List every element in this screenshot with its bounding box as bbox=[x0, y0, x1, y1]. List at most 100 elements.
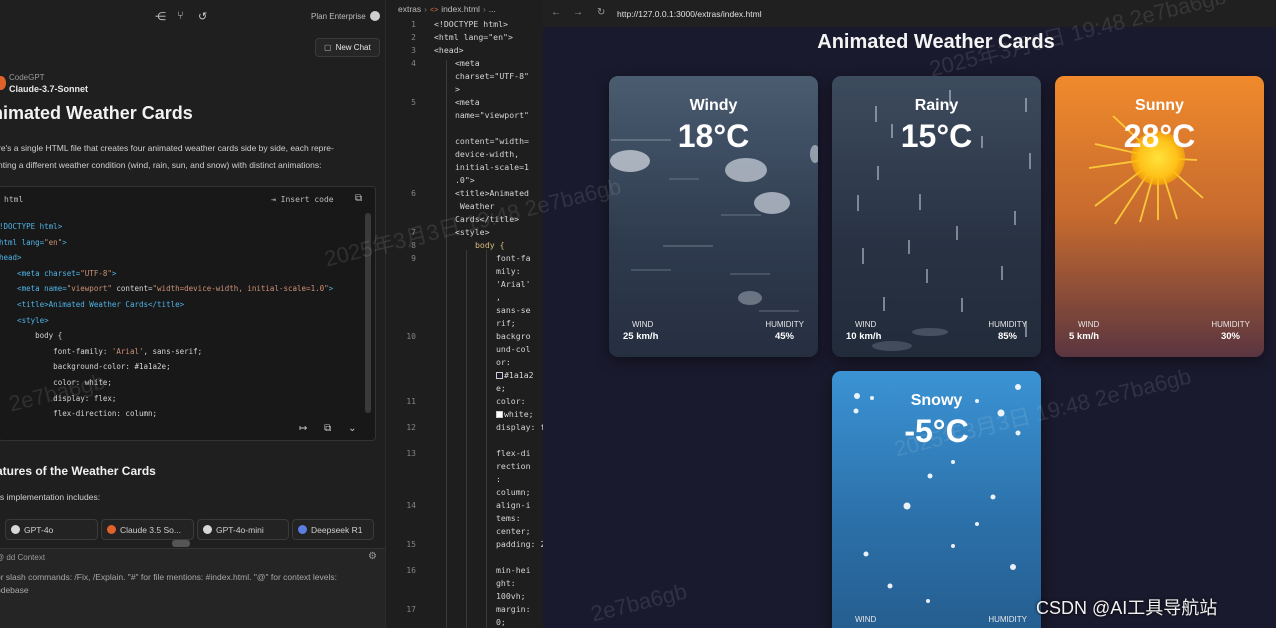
history-icon[interactable]: ↺ bbox=[198, 10, 207, 23]
line-number: 17 bbox=[406, 605, 416, 614]
share-icon[interactable]: ⋲ bbox=[155, 10, 166, 23]
code-token: <meta charset= bbox=[0, 268, 81, 278]
code-content: !DOCTYPE html> html lang="en"> head> <meta… bbox=[0, 219, 364, 422]
card-condition: Snowy bbox=[910, 392, 963, 409]
code-line: <style> bbox=[455, 227, 490, 237]
weather-card-sunny: Sunny 28°C WIND 5 km/h HUMIDITY 30% bbox=[1055, 76, 1264, 357]
model-chip[interactable]: GPT-4o-mini bbox=[197, 519, 289, 540]
model-chip[interactable]: Deepseek R1 bbox=[292, 519, 374, 540]
html-file-icon: <> bbox=[430, 7, 439, 14]
code-token: body { bbox=[0, 331, 63, 341]
chevron-right-icon: › bbox=[482, 4, 486, 14]
model-chip[interactable]: Claude 3.5 So... bbox=[101, 519, 194, 540]
code-token: > bbox=[62, 237, 67, 247]
weather-card-windy: Windy 18°C WIND 25 km/h HUMIDITY 45% bbox=[609, 76, 818, 357]
code-line: body { bbox=[0, 328, 364, 344]
code-line: color: white; bbox=[0, 375, 364, 391]
wind-label: WIND bbox=[855, 615, 877, 624]
code-line: color: bbox=[496, 396, 526, 406]
line-number: 9 bbox=[411, 254, 416, 263]
code-line: 'Arial' bbox=[496, 279, 531, 289]
humidity-label: HUMIDITY bbox=[1211, 320, 1250, 329]
breadcrumb-more[interactable]: ... bbox=[489, 4, 496, 14]
branch-icon[interactable]: ⑂ bbox=[177, 10, 184, 22]
card-temperature: -5°C bbox=[904, 413, 969, 449]
code-token: > bbox=[328, 284, 334, 294]
card-temperature: 18°C bbox=[677, 118, 750, 154]
new-chat-button[interactable]: ▢ New Chat bbox=[315, 38, 380, 57]
humidity-value: 85% bbox=[997, 331, 1017, 342]
breadcrumb-file[interactable]: index.html bbox=[441, 4, 480, 14]
copy-icon[interactable]: ⧉ bbox=[324, 423, 331, 434]
back-icon[interactable]: ← bbox=[551, 7, 561, 18]
card-condition: Rainy bbox=[914, 97, 959, 114]
code-line: display: flex; bbox=[0, 391, 364, 407]
humidity-label: HUMIDITY bbox=[765, 320, 804, 329]
code-line: rection bbox=[496, 461, 531, 471]
code-line: <title>Animated bbox=[455, 188, 529, 198]
indent-guide bbox=[446, 60, 447, 628]
code-line: font-family: 'Arial', sans-serif; bbox=[0, 344, 364, 360]
code-line: <title>Animated Weather Cards</title> bbox=[0, 297, 364, 313]
model-chip[interactable]: GPT-4o bbox=[5, 519, 98, 540]
resize-handle[interactable] bbox=[172, 540, 190, 547]
address-bar[interactable]: http://127.0.0.1:3000/extras/index.html bbox=[617, 9, 762, 19]
card-temperature: 28°C bbox=[1123, 118, 1196, 154]
code-token: content= bbox=[111, 284, 153, 294]
line-number: 14 bbox=[406, 501, 416, 510]
code-line: Cards</title> bbox=[455, 214, 520, 224]
code-scrollbar[interactable] bbox=[365, 213, 371, 413]
code-token: , sans-serif; bbox=[143, 346, 203, 356]
chevron-right-icon: › bbox=[424, 4, 427, 14]
weather-card-rainy: Rainy 15°C WIND 10 km/h HUMIDITY 85% bbox=[832, 76, 1041, 357]
code-token: font-family: bbox=[0, 346, 112, 356]
new-chat-label: New Chat bbox=[335, 43, 371, 52]
line-number: 2 bbox=[411, 33, 416, 42]
code-line: e; bbox=[496, 383, 506, 393]
code-line: 0; bbox=[496, 617, 506, 627]
line-number: 13 bbox=[406, 449, 416, 458]
chat-icon: ▢ bbox=[324, 43, 332, 52]
openai-icon bbox=[203, 525, 212, 534]
csdn-watermark: CSDN @AI工具导航站 bbox=[1036, 598, 1218, 618]
code-line: align-i bbox=[496, 500, 531, 510]
apply-icon[interactable]: ↦ bbox=[299, 423, 307, 434]
code-actions: ↦ ⧉ ⌄ bbox=[299, 423, 370, 434]
indent-guide bbox=[486, 250, 487, 628]
code-token: <style> bbox=[0, 315, 49, 325]
wind-label: WIND bbox=[632, 320, 654, 329]
code-token: "width=device-width, initial-scale=1.0" bbox=[152, 284, 329, 294]
account-icon[interactable] bbox=[370, 11, 380, 21]
line-number: 11 bbox=[406, 397, 416, 406]
card-condition: Sunny bbox=[1135, 97, 1184, 114]
line-number: 4 bbox=[411, 59, 416, 68]
forward-icon[interactable]: → bbox=[573, 7, 583, 18]
chevron-down-icon[interactable]: ⌄ bbox=[348, 423, 356, 434]
humidity-value: 30% bbox=[1220, 331, 1240, 342]
insert-code-button[interactable]: ⇥ Insert code bbox=[271, 195, 334, 204]
card-condition: Windy bbox=[689, 97, 738, 114]
code-line: ght: bbox=[496, 578, 516, 588]
line-number: 10 bbox=[406, 332, 416, 341]
code-token: display: flex; bbox=[0, 393, 117, 403]
code-editor[interactable]: extras › <> index.html ›... 1 2 3 4 5 6 7 8 … bbox=[385, 0, 543, 628]
copy-icon[interactable]: ⧉ bbox=[355, 193, 362, 204]
code-line: content="width= bbox=[455, 136, 529, 146]
humidity-label: HUMIDITY bbox=[988, 320, 1027, 329]
chat-input[interactable]: @ dd Context ⚙ or slash commands: /Fix, … bbox=[0, 548, 385, 628]
code-token: #1a1a2 bbox=[504, 370, 534, 380]
indent-guide bbox=[466, 250, 467, 628]
add-context-button[interactable]: @ dd Context bbox=[0, 553, 45, 562]
line-number: 15 bbox=[406, 540, 416, 549]
code-line: backgro bbox=[496, 331, 531, 341]
model-chip-label: Deepseek R1 bbox=[311, 525, 363, 535]
gear-icon[interactable]: ⚙ bbox=[368, 551, 377, 562]
line-number: 3 bbox=[411, 46, 416, 55]
reload-icon[interactable]: ↻ bbox=[597, 7, 605, 18]
breadcrumb-folder[interactable]: extras bbox=[398, 4, 421, 14]
code-line: 100vh; bbox=[496, 591, 526, 601]
code-line: Weather bbox=[455, 201, 495, 211]
code-token: > bbox=[111, 268, 117, 278]
code-line: margin: bbox=[496, 604, 531, 614]
color-swatch bbox=[496, 372, 503, 379]
